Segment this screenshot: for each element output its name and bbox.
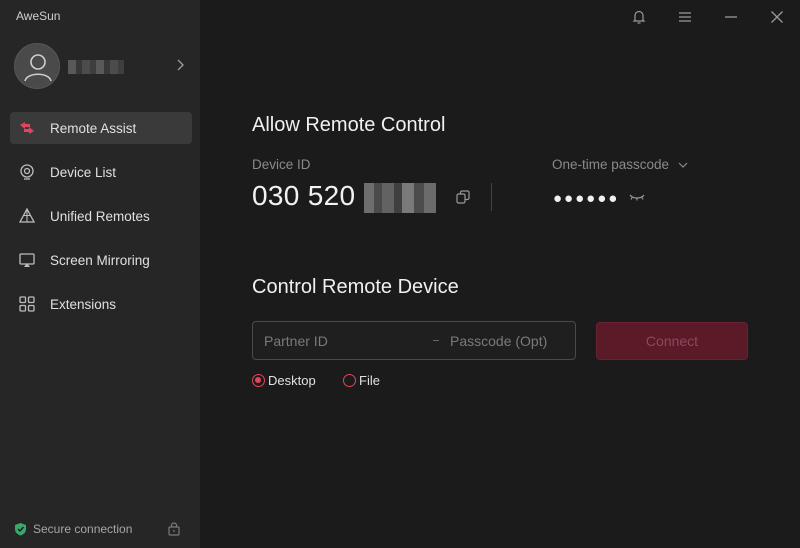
chevron-down-icon[interactable] (677, 159, 689, 171)
copy-icon[interactable] (455, 189, 471, 205)
sidebar-item-screen-mirroring[interactable]: Screen Mirroring (10, 244, 192, 276)
bell-icon[interactable] (630, 8, 648, 26)
device-id-label: Device ID (252, 157, 311, 172)
one-time-passcode-dropdown[interactable]: One-time passcode (552, 157, 669, 172)
sidebar-item-label: Remote Assist (50, 120, 137, 136)
sidebar-item-label: Unified Remotes (50, 208, 150, 224)
remote-assist-icon (20, 122, 34, 134)
radio-label: Desktop (268, 372, 316, 388)
extensions-icon (19, 296, 35, 312)
device-list-icon (20, 164, 34, 180)
username-redacted (68, 60, 124, 74)
close-icon[interactable] (768, 8, 786, 26)
shield-check-icon (15, 523, 26, 536)
sidebar-item-unified-remotes[interactable]: Unified Remotes (10, 200, 192, 232)
minimize-icon[interactable] (722, 8, 740, 26)
radio-label: File (359, 372, 380, 388)
eye-closed-icon[interactable] (628, 191, 646, 203)
profile-card[interactable] (14, 43, 194, 89)
sidebar-item-device-list[interactable]: Device List (10, 156, 192, 188)
window-controls (600, 0, 800, 34)
divider (491, 183, 492, 211)
unified-remotes-icon (18, 207, 36, 223)
radio-indicator (252, 373, 265, 387)
passcode-value: ●●●●●● (553, 190, 620, 207)
partner-id-input[interactable] (264, 322, 424, 359)
allow-remote-control-title: Allow Remote Control (252, 114, 446, 136)
radio-desktop[interactable]: Desktop (252, 372, 316, 388)
input-separator (433, 340, 439, 341)
screen-mirroring-icon (19, 253, 35, 267)
sidebar-item-label: Screen Mirroring (50, 252, 150, 268)
passcode-input[interactable] (450, 322, 570, 359)
user-icon (24, 54, 52, 82)
radio-file[interactable]: File (343, 372, 380, 388)
sidebar: AweSun Remote Assist Device List Unified… (0, 0, 200, 548)
partner-connection-field (252, 321, 576, 360)
device-id-redacted (364, 183, 436, 213)
menu-icon[interactable] (676, 8, 694, 26)
sidebar-item-remote-assist[interactable]: Remote Assist (10, 112, 192, 144)
sidebar-nav: Remote Assist Device List Unified Remote… (10, 112, 192, 332)
lock-icon[interactable] (167, 521, 181, 536)
connect-button[interactable]: Connect (596, 322, 748, 360)
sidebar-item-label: Extensions (50, 296, 117, 312)
chevron-right-icon[interactable] (172, 57, 188, 73)
secure-connection-label: Secure connection (33, 522, 133, 536)
avatar[interactable] (14, 43, 60, 89)
sidebar-item-label: Device List (50, 164, 117, 180)
radio-indicator (343, 373, 356, 387)
secure-connection-status: Secure connection (14, 520, 184, 538)
app-title: AweSun (16, 9, 61, 23)
control-remote-device-title: Control Remote Device (252, 276, 459, 298)
sidebar-item-extensions[interactable]: Extensions (10, 288, 192, 320)
device-id-value: 030 520 (252, 180, 356, 211)
